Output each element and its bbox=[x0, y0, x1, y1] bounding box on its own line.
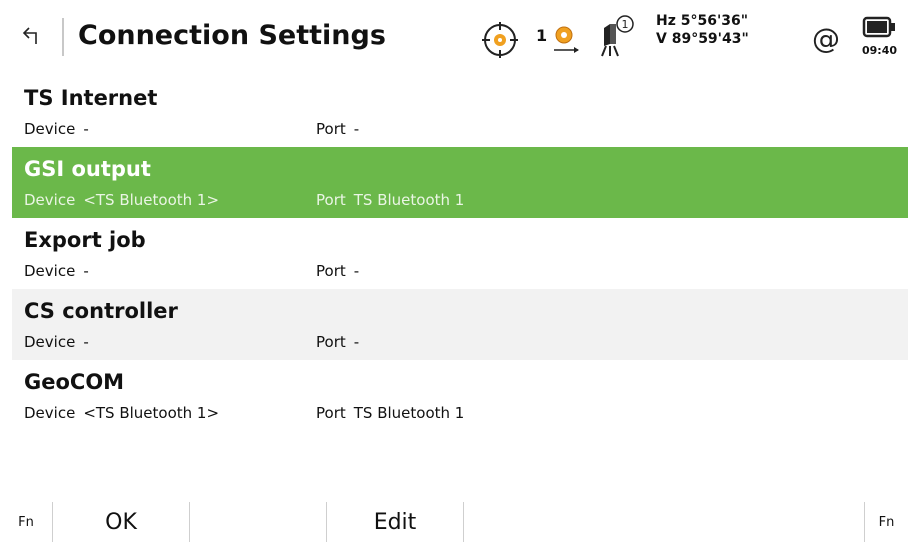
list-item-gsi-output[interactable]: GSI output Device <TS Bluetooth 1> Port TS… bbox=[12, 147, 908, 218]
battery-icon bbox=[862, 16, 895, 38]
battery-status[interactable]: 09:40 bbox=[862, 16, 902, 62]
device-info: Device - bbox=[24, 262, 89, 280]
port-label: Port bbox=[316, 333, 346, 351]
softkey-empty-2[interactable] bbox=[190, 500, 326, 543]
port-label: Port bbox=[316, 191, 346, 209]
port-info: Port - bbox=[316, 333, 359, 351]
device-label: Device bbox=[24, 404, 76, 422]
fn-left-button[interactable]: Fn bbox=[0, 500, 52, 543]
device-label: Device bbox=[24, 191, 76, 209]
device-info: Device - bbox=[24, 333, 89, 351]
list-item-ts-internet[interactable]: TS Internet Device - Port - bbox=[12, 76, 908, 147]
edit-button[interactable]: Edit bbox=[327, 500, 463, 543]
angle-readout: Hz 5°56'36" V 89°59'43" bbox=[656, 12, 749, 48]
port-value: TS Bluetooth 1 bbox=[353, 191, 465, 209]
port-value: TS Bluetooth 1 bbox=[353, 404, 465, 422]
port-info: Port - bbox=[316, 262, 359, 280]
connection-name: TS Internet bbox=[24, 86, 158, 110]
port-value: - bbox=[353, 120, 360, 138]
device-value: - bbox=[83, 333, 89, 351]
softkey-bar: Fn OK Edit Fn bbox=[0, 500, 908, 543]
svg-text:1: 1 bbox=[622, 18, 629, 31]
device-value: - bbox=[83, 120, 89, 138]
header-divider bbox=[62, 18, 64, 56]
hz-angle: Hz 5°56'36" bbox=[656, 13, 749, 29]
clock-time: 09:40 bbox=[862, 44, 898, 57]
at-icon[interactable]: @ bbox=[812, 22, 840, 55]
prism-constant-indicator[interactable]: 1 bbox=[536, 24, 586, 60]
list-item-cs-controller[interactable]: CS controller Device - Port - bbox=[12, 289, 908, 360]
port-info: Port TS Bluetooth 1 bbox=[316, 404, 464, 422]
device-info: Device - bbox=[24, 120, 89, 138]
list-item-export-job[interactable]: Export job Device - Port - bbox=[12, 218, 908, 289]
device-value: <TS Bluetooth 1> bbox=[83, 191, 220, 209]
connection-list: TS Internet Device - Port - GSI output Dev… bbox=[12, 76, 908, 431]
ok-button[interactable]: OK bbox=[53, 500, 189, 543]
port-label: Port bbox=[316, 262, 346, 280]
connection-name: CS controller bbox=[24, 299, 178, 323]
port-info: Port - bbox=[316, 120, 359, 138]
device-label: Device bbox=[24, 120, 76, 138]
target-reflector-icon[interactable] bbox=[482, 22, 518, 58]
port-label: Port bbox=[316, 404, 346, 422]
device-label: Device bbox=[24, 333, 76, 351]
port-value: - bbox=[353, 262, 360, 280]
device-label: Device bbox=[24, 262, 76, 280]
back-arrow-icon bbox=[22, 27, 37, 44]
list-item-geocom[interactable]: GeoCOM Device <TS Bluetooth 1> Port TS Blu… bbox=[12, 360, 908, 431]
instrument-face-icon[interactable]: 1 bbox=[596, 14, 636, 58]
port-label: Port bbox=[316, 120, 346, 138]
back-button[interactable] bbox=[14, 22, 50, 58]
fn-right-button[interactable]: Fn bbox=[865, 500, 908, 543]
softkey-empty-4[interactable] bbox=[464, 500, 864, 543]
page-title: Connection Settings bbox=[78, 20, 386, 51]
device-info: Device <TS Bluetooth 1> bbox=[24, 404, 219, 422]
port-info: Port TS Bluetooth 1 bbox=[316, 191, 464, 209]
connection-name: GSI output bbox=[24, 157, 151, 181]
device-value: - bbox=[83, 262, 89, 280]
v-angle: V 89°59'43" bbox=[656, 31, 749, 47]
prism-icon bbox=[554, 26, 579, 53]
prism-constant-value: 1 bbox=[536, 26, 548, 45]
device-info: Device <TS Bluetooth 1> bbox=[24, 191, 219, 209]
device-value: <TS Bluetooth 1> bbox=[83, 404, 220, 422]
connection-name: Export job bbox=[24, 228, 146, 252]
connection-name: GeoCOM bbox=[24, 370, 125, 394]
port-value: - bbox=[353, 333, 360, 351]
title-bar: Connection Settings 1 1 Hz 5°56'36" V 89… bbox=[0, 0, 908, 70]
